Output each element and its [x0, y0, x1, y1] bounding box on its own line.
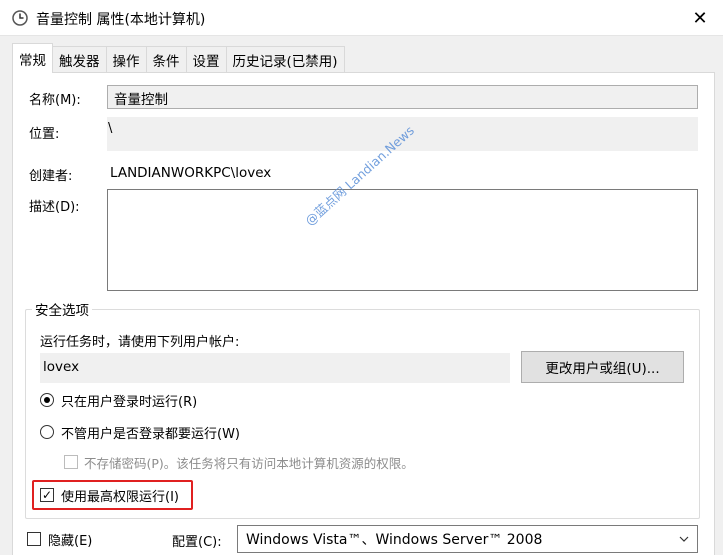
description-label: 描述(D): [29, 200, 80, 215]
run-highest-privileges-checkbox[interactable]: ✓ [40, 488, 54, 502]
tab-general[interactable]: 常规 [12, 43, 53, 73]
hidden-checkbox[interactable] [27, 532, 41, 546]
tab-bar: 常规 触发器 操作 条件 设置 历史记录(已禁用) [12, 43, 345, 73]
tab-actions[interactable]: 操作 [105, 46, 147, 73]
run-only-logged-on-radio[interactable] [40, 393, 54, 407]
user-account-value: lovex [43, 359, 80, 375]
checkmark-icon: ✓ [41, 488, 53, 502]
location-value: \ [108, 121, 113, 136]
author-label: 创建者: [29, 169, 73, 184]
location-label: 位置: [29, 127, 60, 142]
author-value: LANDIANWORKPC\lovex [110, 165, 272, 181]
description-textarea[interactable] [107, 189, 698, 291]
tab-triggers[interactable]: 触发器 [52, 46, 107, 73]
configure-for-dropdown[interactable]: Windows Vista™、Windows Server™ 2008 [237, 525, 698, 553]
close-button[interactable]: ✕ [677, 0, 723, 36]
configure-label: 配置(C): [172, 535, 222, 550]
name-field[interactable]: 音量控制 [107, 85, 698, 109]
configure-value: Windows Vista™、Windows Server™ 2008 [246, 532, 543, 548]
do-not-store-password-label: 不存储密码(P)。该任务将只有访问本地计算机资源的权限。 [84, 456, 414, 471]
run-whether-logged-on-label[interactable]: 不管用户是否登录都要运行(W) [61, 423, 240, 442]
general-tab-panel: 名称(M): 音量控制 位置: \ 创建者: LANDIANWORKPC\lov… [12, 72, 715, 555]
run-as-label: 运行任务时，请使用下列用户帐户: [40, 335, 240, 350]
do-not-store-password-checkbox[interactable] [64, 455, 78, 469]
hidden-label[interactable]: 隐藏(E) [48, 530, 92, 549]
run-only-logged-on-label[interactable]: 只在用户登录时运行(R) [61, 391, 197, 410]
security-options-legend: 安全选项 [32, 299, 92, 319]
title-bar: 音量控制 属性(本地计算机) ✕ [0, 0, 723, 36]
name-label: 名称(M): [29, 93, 81, 108]
window-title: 音量控制 属性(本地计算机) [36, 12, 206, 28]
run-whether-logged-on-radio[interactable] [40, 425, 54, 439]
close-icon: ✕ [692, 7, 708, 29]
run-highest-privileges-label[interactable]: 使用最高权限运行(I) [61, 486, 179, 505]
chevron-down-icon [679, 536, 689, 542]
tab-settings[interactable]: 设置 [185, 46, 227, 73]
tab-conditions[interactable]: 条件 [145, 46, 187, 73]
tab-history[interactable]: 历史记录(已禁用) [225, 46, 345, 73]
task-clock-icon [12, 10, 28, 26]
user-account-field: lovex [40, 353, 510, 383]
change-user-button[interactable]: 更改用户或组(U)... [521, 351, 684, 383]
name-value: 音量控制 [114, 92, 168, 108]
